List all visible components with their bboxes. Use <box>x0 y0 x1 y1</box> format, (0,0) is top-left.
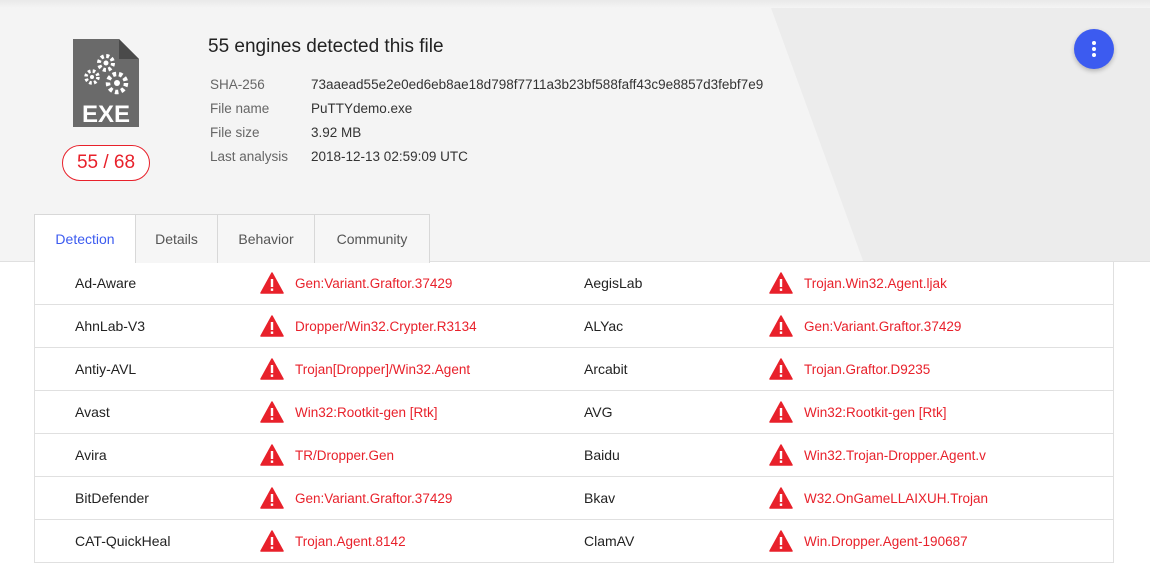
warning-icon <box>260 477 284 519</box>
detection-score-badge: 55 / 68 <box>62 145 150 181</box>
detection-result: Win32:Rootkit-gen [Rtk] <box>295 404 438 420</box>
meta-key: File name <box>210 100 270 116</box>
engine-name: AegisLab <box>584 275 643 291</box>
warning-icon <box>260 434 284 476</box>
engine-name: Avast <box>75 404 110 420</box>
meta-value: 2018-12-13 02:59:09 UTC <box>311 148 468 164</box>
svg-text:EXE: EXE <box>82 101 130 127</box>
detection-result: Trojan.Agent.8142 <box>295 533 406 549</box>
warning-icon <box>769 391 793 433</box>
meta-key: SHA-256 <box>210 76 265 92</box>
table-row: CAT-QuickHeal Trojan.Agent.8142 ClamAV Win.… <box>35 520 1113 563</box>
engine-name: Baidu <box>584 447 620 463</box>
detection-result: Gen:Variant.Graftor.37429 <box>295 275 453 291</box>
engine-name: ClamAV <box>584 533 635 549</box>
warning-icon <box>260 262 284 304</box>
detection-result: TR/Dropper.Gen <box>295 447 395 463</box>
tab-details[interactable]: Details <box>135 214 218 263</box>
meta-row-file-name: File name PuTTYdemo.exe <box>210 96 763 120</box>
engine-name: ALYac <box>584 318 624 334</box>
meta-row-file-size: File size 3.92 MB <box>210 120 763 144</box>
meta-value: 73aaead55e2e0ed6eb8ae18d798f7711a3b23bf5… <box>311 76 764 92</box>
table-row: Avira TR/Dropper.Gen Baidu Win32.Trojan-Dro… <box>35 434 1113 477</box>
detection-result: Win32.Trojan-Dropper.Agent.v <box>804 447 986 463</box>
detection-result: Win.Dropper.Agent-190687 <box>804 533 968 549</box>
warning-icon <box>260 348 284 390</box>
engine-name: Antiy-AVL <box>75 361 137 377</box>
engine-name: Avira <box>75 447 107 463</box>
engine-name: Bkav <box>584 490 616 506</box>
detections-table: Ad-Aware Gen:Variant.Graftor.37429 AegisLa… <box>34 262 1114 563</box>
more-vertical-icon-dot <box>1092 47 1096 51</box>
table-row: Antiy-AVL Trojan[Dropper]/Win32.Agent Arca… <box>35 348 1113 391</box>
meta-row-sha256: SHA-256 73aaead55e2e0ed6eb8ae18d798f7711… <box>210 72 763 96</box>
warning-icon <box>769 262 793 304</box>
warning-icon <box>260 520 284 562</box>
tab-detection[interactable]: Detection <box>34 214 136 263</box>
warning-icon <box>769 305 793 347</box>
table-row: BitDefender Gen:Variant.Graftor.37429 Bkav… <box>35 477 1113 520</box>
more-vertical-icon-dot <box>1092 53 1096 58</box>
exe-file-icon: EXE <box>73 39 139 127</box>
detection-result: Win32:Rootkit-gen [Rtk] <box>804 404 947 420</box>
detection-result: Dropper/Win32.Crypter.R3134 <box>295 318 477 334</box>
engine-name: Arcabit <box>584 361 628 377</box>
meta-key: File size <box>210 124 260 140</box>
more-vertical-icon <box>1092 40 1096 45</box>
engine-name: AVG <box>584 404 613 420</box>
warning-icon <box>260 391 284 433</box>
tab-bar: Detection Details Behavior Community <box>34 214 430 263</box>
engine-name: CAT-QuickHeal <box>75 533 171 549</box>
warning-icon <box>769 348 793 390</box>
warning-icon <box>260 305 284 347</box>
detection-result: Trojan.Graftor.D9235 <box>804 361 931 377</box>
warning-icon <box>769 520 793 562</box>
detection-result: Trojan.Win32.Agent.ljak <box>804 275 947 291</box>
meta-value: 3.92 MB <box>311 124 362 140</box>
file-metadata: SHA-256 73aaead55e2e0ed6eb8ae18d798f7711… <box>210 72 763 168</box>
page-title: 55 engines detected this file <box>208 36 444 57</box>
engine-name: BitDefender <box>75 490 149 506</box>
table-row: Avast Win32:Rootkit-gen [Rtk] AVG Win32:Roo… <box>35 391 1113 434</box>
warning-icon <box>769 434 793 476</box>
meta-row-last-analysis: Last analysis 2018-12-13 02:59:09 UTC <box>210 144 763 168</box>
header-top-shadow <box>0 0 1150 8</box>
warning-icon <box>769 477 793 519</box>
detection-result: Gen:Variant.Graftor.37429 <box>804 318 962 334</box>
meta-key: Last analysis <box>210 148 289 164</box>
table-row: AhnLab-V3 Dropper/Win32.Crypter.R3134 ALYa… <box>35 305 1113 348</box>
engine-name: Ad-Aware <box>75 275 137 291</box>
tab-community[interactable]: Community <box>314 214 430 263</box>
meta-value: PuTTYdemo.exe <box>311 100 413 116</box>
engine-name: AhnLab-V3 <box>75 318 146 334</box>
detection-result: Trojan[Dropper]/Win32.Agent <box>295 361 471 377</box>
table-row: Ad-Aware Gen:Variant.Graftor.37429 AegisLa… <box>35 262 1113 305</box>
detection-result: W32.OnGameLLAIXUH.Trojan <box>804 490 989 506</box>
more-options-button[interactable] <box>1074 29 1114 69</box>
tab-behavior[interactable]: Behavior <box>217 214 315 263</box>
detection-result: Gen:Variant.Graftor.37429 <box>295 490 453 506</box>
